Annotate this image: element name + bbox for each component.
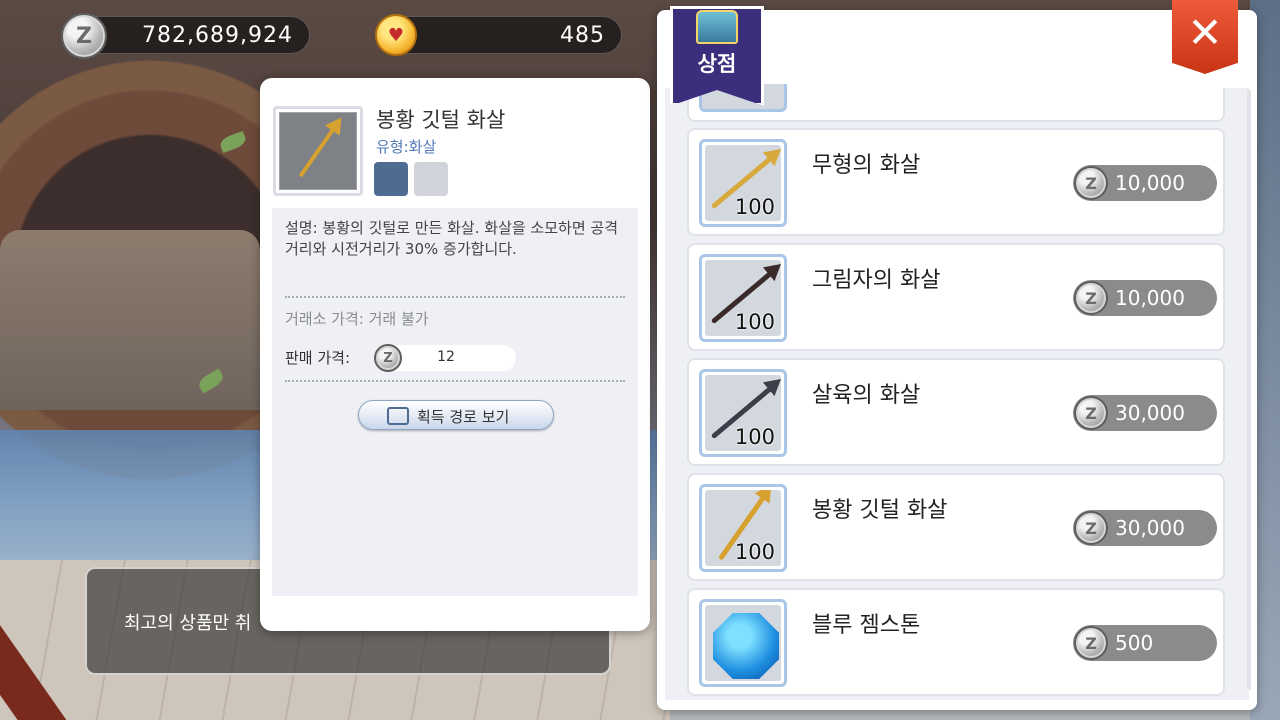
item-quantity: 100 xyxy=(734,425,775,449)
route-search-icon xyxy=(387,407,409,425)
close-icon: ✕ xyxy=(1187,8,1223,57)
item-name: 무형의 화살 xyxy=(812,153,921,178)
item-thumb: 100 xyxy=(699,484,787,572)
item-description: 설명: 봉황의 깃털로 만든 화살. 화살을 소모하면 공격거리와 시전거리가 … xyxy=(285,219,619,258)
item-price: 500 xyxy=(1115,631,1154,655)
zeny-coin-icon: Z xyxy=(1074,626,1108,660)
acquire-route-label: 획득 경로 보기 xyxy=(417,408,510,426)
item-detail-type: 유형:화살 xyxy=(376,138,437,156)
item-quantity: 100 xyxy=(734,310,775,334)
cat-coin-icon: ♥ xyxy=(375,14,417,56)
item-thumb: 100 xyxy=(699,254,787,342)
divider xyxy=(285,296,625,298)
shop-title: 상점 xyxy=(697,52,737,76)
item-quantity: 100 xyxy=(734,540,775,564)
phoenix-arrow-icon xyxy=(298,112,349,178)
sell-price-label: 판매 가격: xyxy=(285,349,351,367)
item-price: 30,000 xyxy=(1115,516,1185,540)
background-wall xyxy=(0,230,260,410)
cat-coin-balance: ♥ 485 xyxy=(375,14,622,56)
shop-row[interactable]: 100 무형의 화살 Z 10,000 xyxy=(687,128,1225,236)
divider xyxy=(285,380,625,382)
item-slot-badge-icon[interactable] xyxy=(414,162,448,196)
exchange-price: 거래소 가격: 거래 불가 xyxy=(285,310,429,328)
item-thumb xyxy=(699,599,787,687)
item-info-badge-icon[interactable] xyxy=(374,162,408,196)
item-name: 봉황 깃털 화살 xyxy=(812,498,948,523)
npc-dialog-text: 최고의 상품만 취 xyxy=(124,613,252,634)
zeny-coin-icon: Z xyxy=(1074,166,1108,200)
item-thumb: 100 xyxy=(699,369,787,457)
close-button[interactable]: ✕ xyxy=(1172,0,1238,74)
sell-price-value: 12 xyxy=(437,349,455,365)
item-detail-name: 봉황 깃털 화살 xyxy=(376,108,506,132)
item-name: 살육의 화살 xyxy=(812,383,921,408)
shop-row[interactable]: 100 살육의 화살 Z 30,000 xyxy=(687,358,1225,466)
zeny-coin-icon: Z xyxy=(1074,511,1108,545)
shop-panel: 100 무형의 화살 Z 10,000 100 그림자의 화살 Z 10,000… xyxy=(657,0,1257,710)
zeny-coin-icon: Z xyxy=(1074,281,1108,315)
item-name: 그림자의 화살 xyxy=(812,268,941,293)
shop-row-partial[interactable] xyxy=(687,84,1225,122)
zeny-coin-icon: Z xyxy=(1074,396,1108,430)
cat-coin-amount: 485 xyxy=(560,23,605,48)
shop-scrollbar[interactable] xyxy=(1247,90,1251,690)
item-price: 10,000 xyxy=(1115,286,1185,310)
zeny-balance: Z 782,689,924 xyxy=(61,13,310,59)
price-button[interactable]: Z 30,000 xyxy=(1073,395,1217,431)
treasure-chest-icon xyxy=(696,10,738,44)
item-detail-icon xyxy=(273,106,363,196)
shop-row[interactable]: 100 봉황 깃털 화살 Z 30,000 xyxy=(687,473,1225,581)
price-button[interactable]: Z 10,000 xyxy=(1073,165,1217,201)
zeny-amount: 782,689,924 xyxy=(142,23,293,48)
item-name: 블루 젬스톤 xyxy=(812,613,921,638)
zeny-coin-icon: Z xyxy=(61,13,107,59)
item-price: 30,000 xyxy=(1115,401,1185,425)
price-button[interactable]: Z 30,000 xyxy=(1073,510,1217,546)
item-thumb: 100 xyxy=(699,139,787,227)
item-price: 10,000 xyxy=(1115,171,1185,195)
gemstone-icon xyxy=(713,613,779,679)
price-button[interactable]: Z 10,000 xyxy=(1073,280,1217,316)
sell-price-pill: Z 12 xyxy=(374,344,516,372)
acquire-route-button[interactable]: 획득 경로 보기 xyxy=(358,400,554,430)
item-detail-body: 설명: 봉황의 깃털로 만든 화살. 화살을 소모하면 공격거리와 시전거리가 … xyxy=(272,208,638,596)
price-button[interactable]: Z 500 xyxy=(1073,625,1217,661)
shop-title-banner: 상점 xyxy=(670,6,764,106)
shop-row[interactable]: 100 그림자의 화살 Z 10,000 xyxy=(687,243,1225,351)
item-detail-popup: 봉황 깃털 화살 유형:화살 설명: 봉황의 깃털로 만든 화살. 화살을 소모… xyxy=(260,78,650,631)
item-quantity: 100 xyxy=(734,195,775,219)
shop-row[interactable]: 블루 젬스톤 Z 500 xyxy=(687,588,1225,696)
